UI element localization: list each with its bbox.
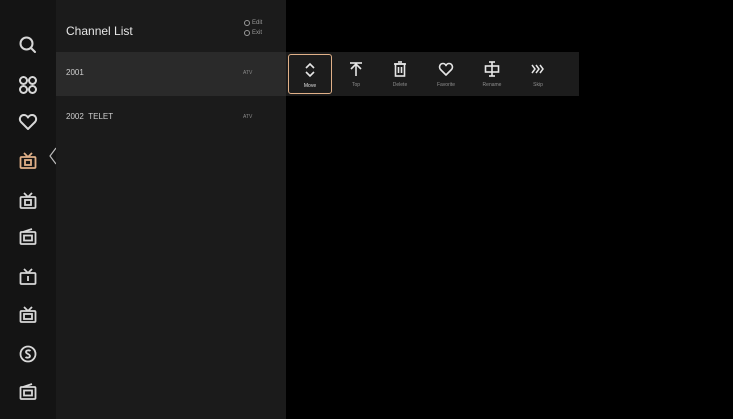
edit-hint[interactable]: Edit — [244, 20, 262, 26]
favorite-icon — [438, 62, 454, 76]
skip-label: Skip — [533, 82, 543, 88]
delete-icon — [394, 61, 406, 77]
rename-label: Rename — [482, 82, 502, 88]
favorite-button[interactable]: Favorite — [424, 54, 468, 94]
channel-row[interactable]: 2002 TELET ATV — [56, 96, 286, 140]
top-button[interactable]: Top — [334, 54, 378, 94]
radio-3-icon[interactable] — [17, 381, 39, 403]
skip-icon — [531, 64, 544, 74]
tv-source-icon[interactable] — [17, 190, 39, 212]
page-title: Channel List — [66, 24, 133, 38]
tv-source-2-icon[interactable] — [17, 266, 39, 288]
edit-hint-label: Edit — [252, 20, 263, 26]
exit-hint-label: Exit — [252, 30, 263, 36]
move-label: Move — [303, 83, 317, 89]
channel-name: TELET — [88, 112, 114, 121]
sidebar-rail — [0, 0, 57, 419]
delete-button[interactable]: Delete — [378, 54, 422, 94]
rename-icon — [484, 61, 500, 77]
rename-button[interactable]: Rename — [470, 54, 514, 94]
radio-icon[interactable] — [17, 226, 39, 248]
top-icon — [350, 62, 362, 76]
delete-label: Delete — [392, 82, 408, 88]
channel-number: 2001 — [66, 68, 84, 77]
channel-type: ATV — [243, 70, 253, 76]
channel-list-panel: Channel List Edit Exit 2001 ATV 2002 TEL… — [56, 0, 286, 419]
skip-button[interactable]: Skip — [516, 54, 560, 94]
move-button[interactable]: Move — [288, 54, 332, 94]
favorite-label: Favorite — [436, 82, 456, 88]
apps-icon[interactable] — [17, 74, 39, 96]
radio-2-icon[interactable] — [17, 304, 39, 326]
exit-hint[interactable]: Exit — [244, 30, 262, 36]
search-icon[interactable] — [17, 34, 39, 56]
top-label: Top — [351, 82, 361, 88]
favorites-heart-icon[interactable] — [17, 111, 39, 133]
sound-icon[interactable] — [17, 343, 39, 365]
ok-button-icon — [244, 20, 250, 26]
channel-number: 2002 TELET — [66, 112, 114, 121]
move-icon — [305, 62, 315, 78]
tv-input-icon[interactable] — [17, 150, 39, 172]
edit-toolbar: Move Top Delete Favorite Rename Skip — [286, 52, 579, 96]
channel-type: ATV — [243, 114, 253, 120]
back-button-icon — [244, 30, 250, 36]
channel-row[interactable]: 2001 ATV — [56, 52, 286, 96]
